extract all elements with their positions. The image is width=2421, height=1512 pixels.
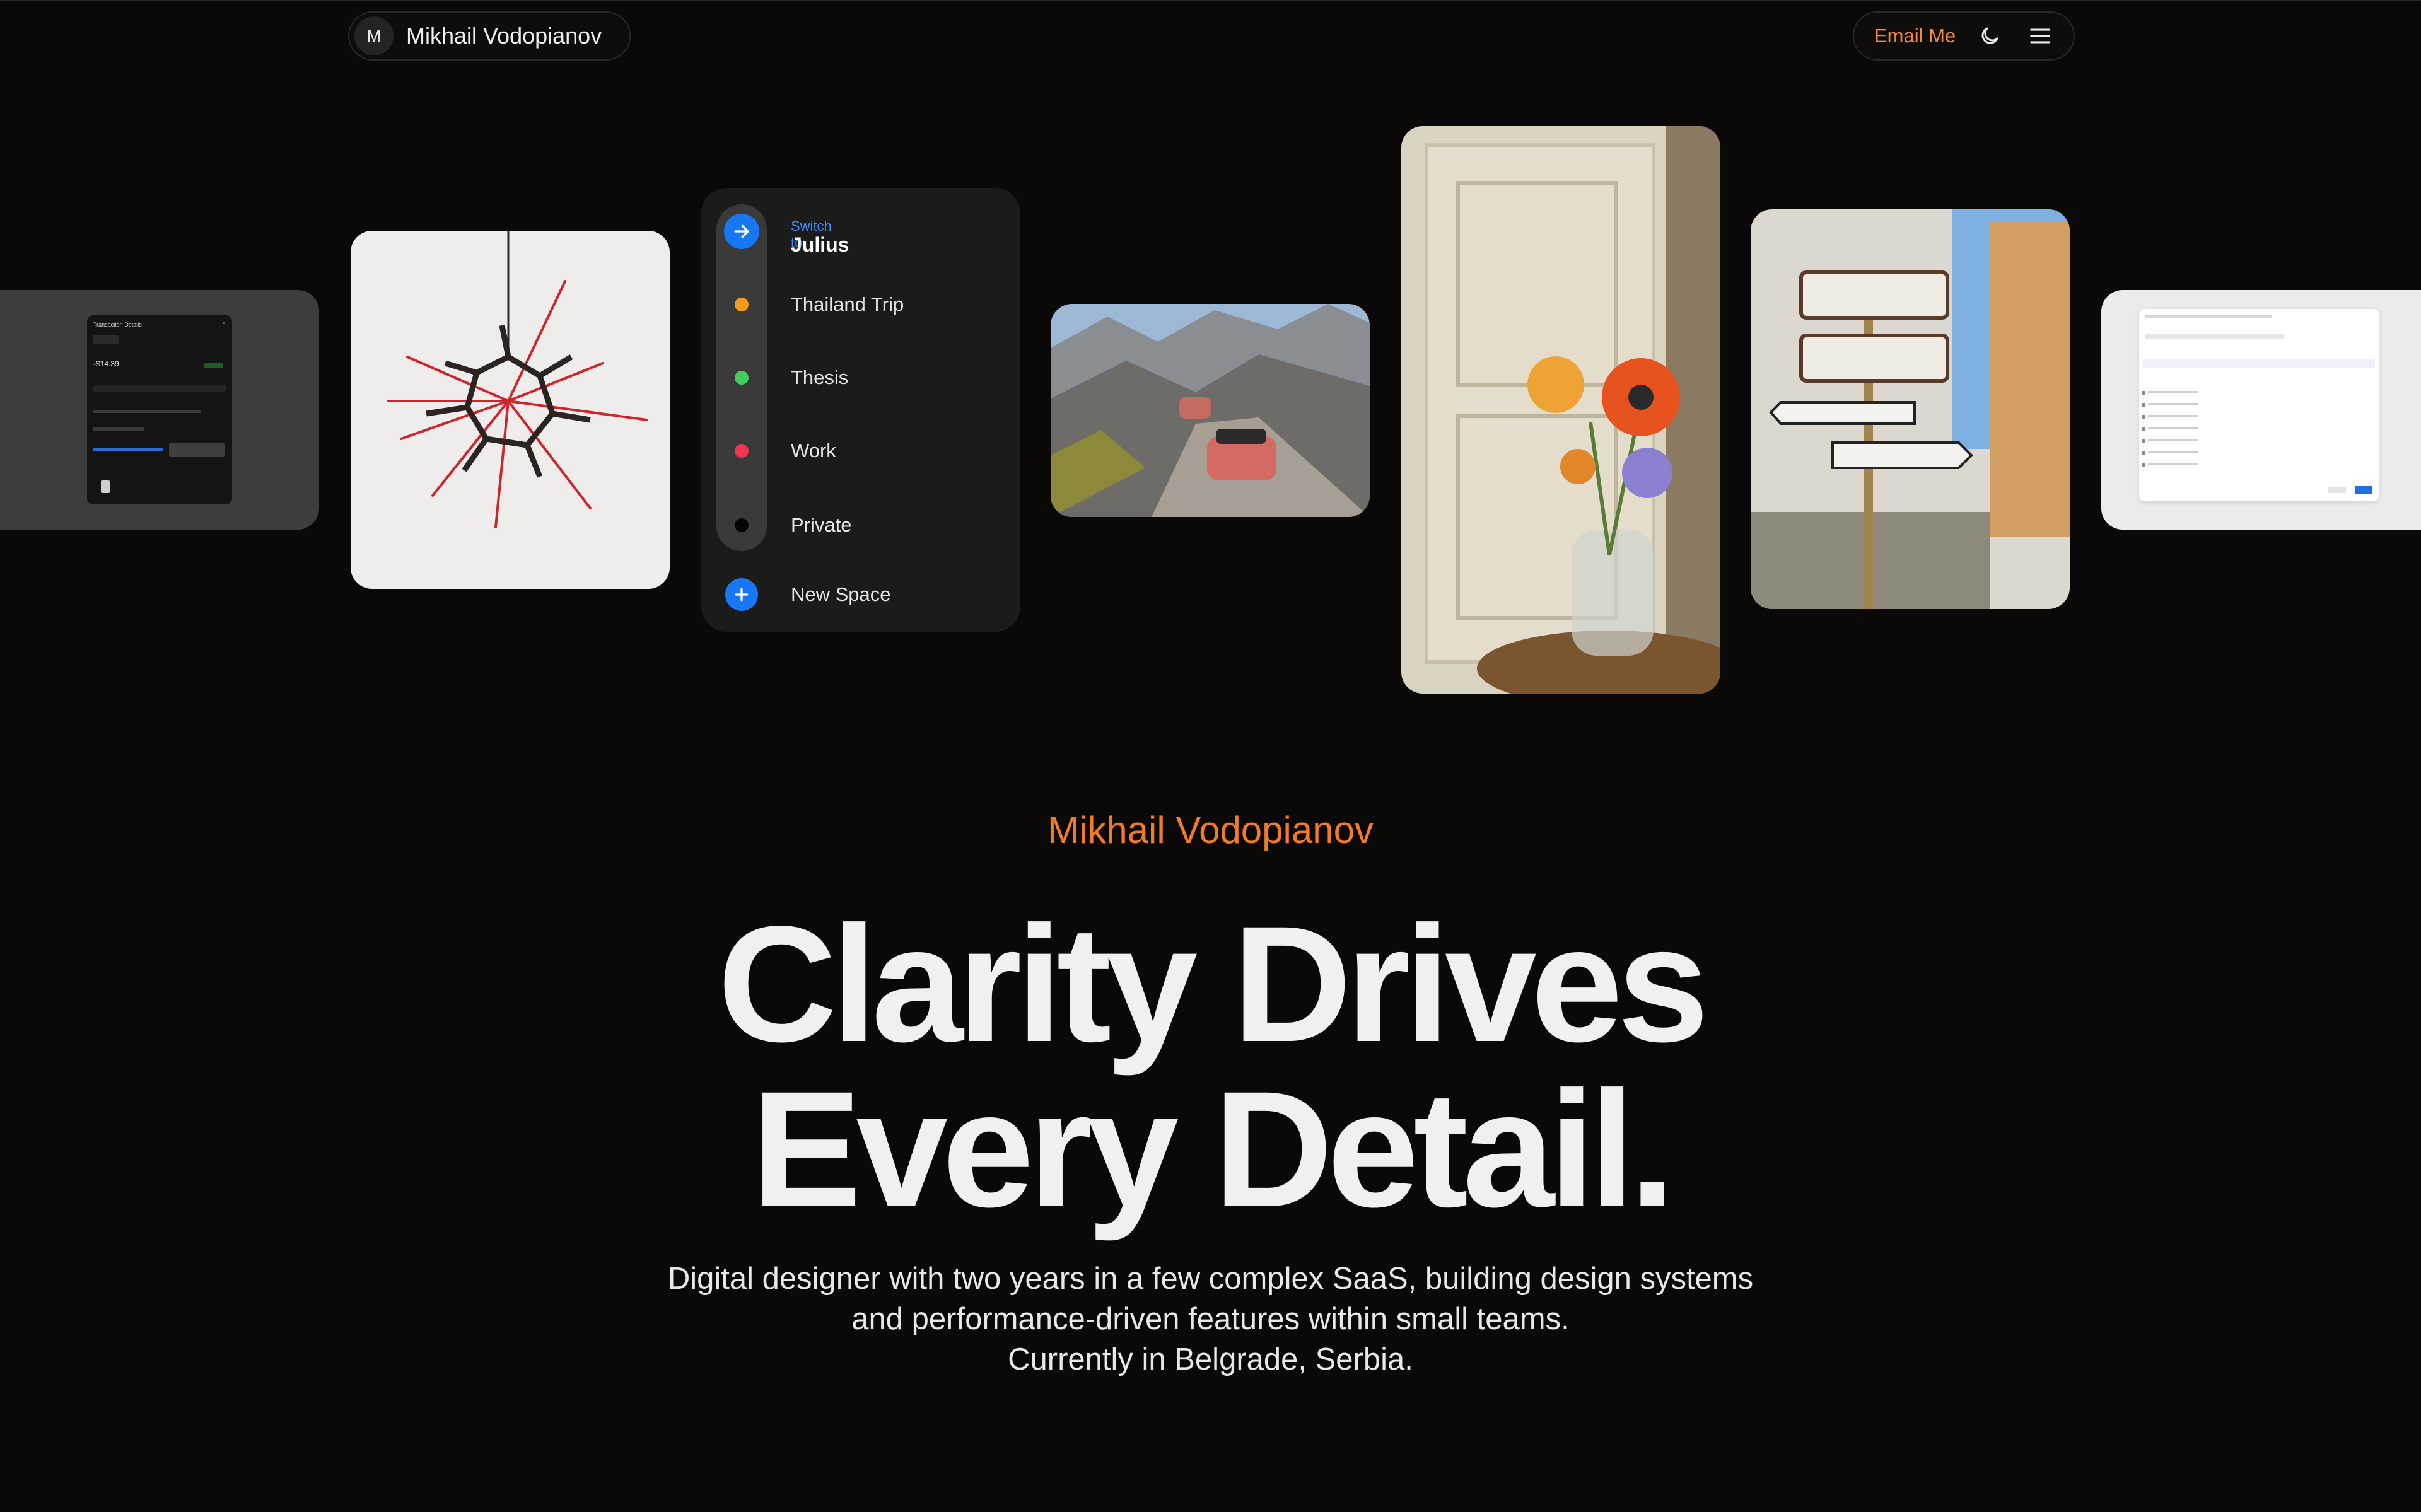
space-item-work[interactable]: Work: [701, 429, 1020, 473]
thorn-sculpture-drawing: [387, 231, 648, 528]
bio-line-1: Digital designer with two years in a few…: [667, 1262, 1754, 1296]
plus-icon: [725, 578, 758, 611]
command-palette-card[interactable]: [2101, 290, 2421, 530]
highlight-row: [2143, 359, 2375, 368]
space-color-dot: [735, 371, 749, 385]
transaction-panel: Transaction Details × -$14.39: [87, 315, 232, 504]
space-item-label: Thailand Trip: [791, 293, 904, 315]
page-title: Clarity Drives Every Detail.: [0, 902, 2421, 1232]
thumbnail: [169, 443, 225, 457]
tab-bar: [93, 385, 226, 392]
monaco-signs-scene: [1751, 209, 2070, 609]
flowers-vase-scene: [1401, 126, 1720, 694]
spaces-switcher-card[interactable]: Switch to Julius Thailand Trip Thesis Wo…: [701, 188, 1020, 632]
avatar: M: [354, 16, 394, 55]
space-item-label: Work: [791, 439, 836, 462]
bio-line-2: and performance-driven features within s…: [851, 1302, 1570, 1336]
arrow-right-icon: [724, 214, 759, 249]
space-item-thailand-trip[interactable]: Thailand Trip: [701, 282, 1020, 327]
space-item-label: Thesis: [791, 366, 849, 388]
avatar-initial: M: [366, 26, 382, 45]
transaction-title: Transaction Details: [93, 322, 142, 328]
switch-to-name: Julius: [791, 233, 849, 256]
space-item-thesis[interactable]: Thesis: [701, 356, 1020, 400]
link-line: [93, 448, 163, 451]
bio-text: Digital designer with two years in a few…: [0, 1259, 2421, 1380]
thorn-sculpture-image[interactable]: [351, 231, 670, 589]
headline-line-1: Clarity Drives: [717, 892, 1709, 1076]
nav-icon-group: [1975, 21, 2055, 50]
list-icons: [2142, 391, 2145, 473]
hero-name: Mikhail Vodopianov: [1047, 809, 1374, 851]
bio-line-3: Currently in Belgrade, Serbia.: [1008, 1342, 1413, 1376]
mountain-car-photo[interactable]: [1051, 304, 1370, 517]
nav-actions: Email Me: [1853, 11, 2075, 61]
monaco-signs-photo[interactable]: [1751, 209, 2070, 609]
moon-icon[interactable]: [1975, 21, 2004, 50]
new-space-button[interactable]: New Space: [701, 573, 1020, 617]
space-item-label: Private: [791, 514, 852, 536]
switch-to-julius[interactable]: Switch to Julius: [701, 209, 1020, 256]
headline-line-2: Every Detail.: [751, 1057, 1676, 1242]
transaction-row-placeholder: [93, 335, 119, 344]
mountain-car-scene: [1051, 304, 1370, 517]
detail-line: [93, 410, 201, 413]
top-border: [0, 0, 2421, 1]
brand-name: Mikhail Vodopianov: [406, 23, 602, 49]
close-icon: ×: [222, 320, 226, 327]
brand-pill[interactable]: M Mikhail Vodopianov: [348, 11, 631, 61]
transaction-amount: -$14.39: [93, 359, 119, 368]
footer-open-button: [2355, 486, 2372, 494]
command-palette-panel: [2139, 309, 2379, 501]
space-color-dot: [735, 298, 749, 311]
email-me-link[interactable]: Email Me: [1874, 25, 1956, 47]
receipt-icon: [101, 480, 110, 493]
space-item-private[interactable]: Private: [701, 503, 1020, 547]
hamburger-menu-icon[interactable]: [2026, 21, 2055, 50]
detail-line: [93, 427, 144, 431]
space-color-dot: [735, 444, 749, 458]
new-space-label: New Space: [791, 583, 891, 605]
transaction-details-card[interactable]: Transaction Details × -$14.39: [0, 290, 319, 530]
list-lines: [2148, 391, 2198, 473]
filter-chips: [2145, 334, 2284, 339]
footer-more-button: [2328, 487, 2346, 493]
flowers-vase-photo[interactable]: [1401, 126, 1720, 694]
search-bar: [2145, 315, 2272, 318]
status-badge: [204, 363, 223, 368]
space-color-dot: [735, 518, 749, 532]
